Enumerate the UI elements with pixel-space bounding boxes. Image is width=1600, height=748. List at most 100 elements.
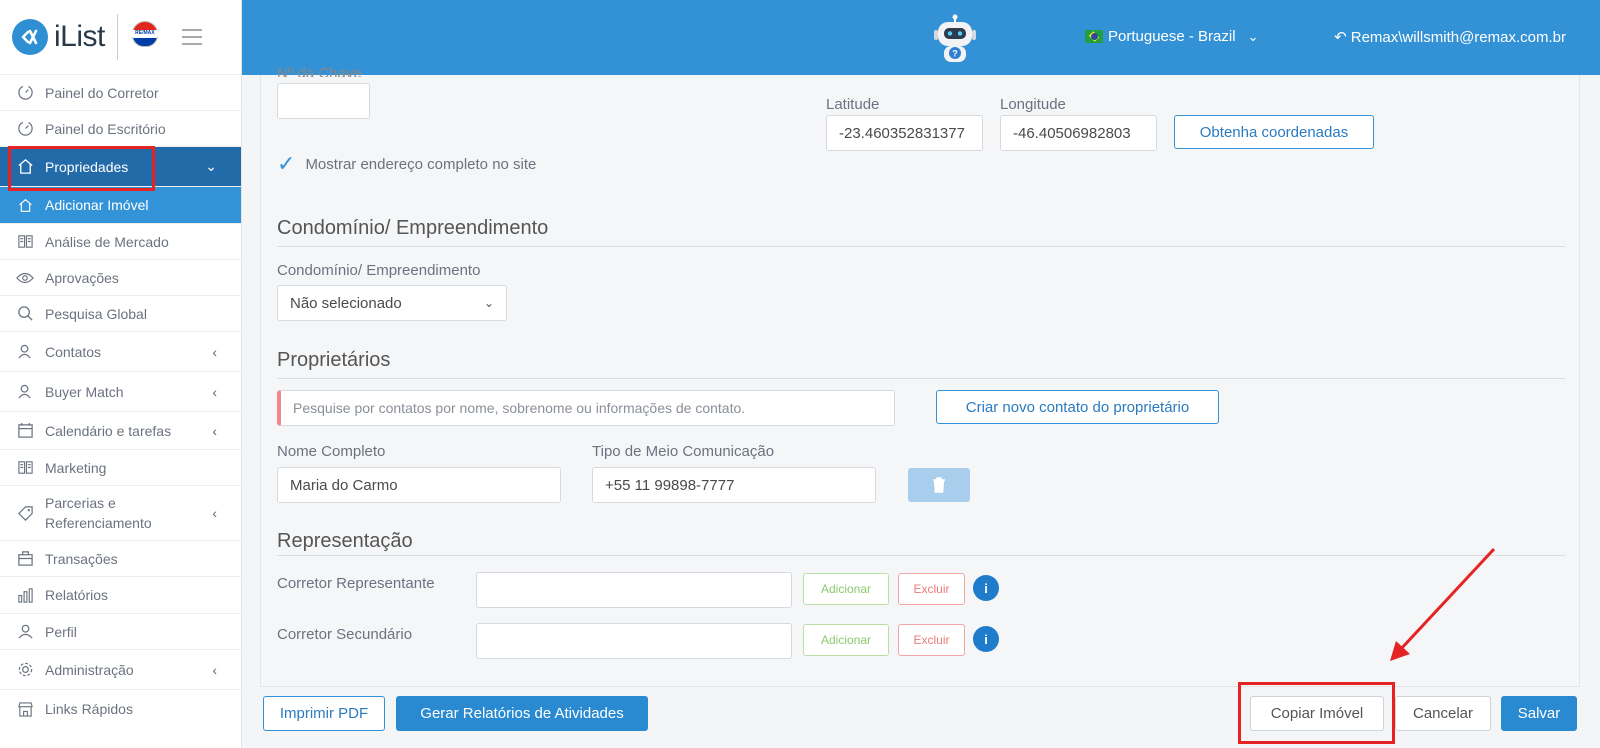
comm-type-input[interactable]: +55 11 99898-7777: [592, 467, 876, 503]
activity-reports-button[interactable]: Gerar Relatórios de Atividades: [396, 696, 648, 731]
sidebar-item-marketing[interactable]: Marketing: [0, 450, 241, 486]
sec-agent-label: Corretor Secundário: [277, 626, 413, 643]
get-coordinates-button[interactable]: Obtenha coordenadas: [1174, 115, 1374, 149]
sidebar-item-parcerias[interactable]: Parcerias e Referenciamento ‹: [0, 486, 241, 541]
remax-logo: RE/MAX: [128, 21, 161, 53]
delete-owner-button[interactable]: [908, 468, 970, 502]
reply-arrow-icon: ↶: [1334, 29, 1347, 46]
sidebar: iList RE/MAX Painel do Corretor Painel d…: [0, 0, 242, 748]
sidebar-item-label: Painel do Escritório: [45, 120, 166, 137]
rep-agent-input[interactable]: [476, 572, 792, 608]
sidebar-item-adicionar-imovel[interactable]: Adicionar Imóvel: [0, 187, 241, 224]
sidebar-item-label: Análise de Mercado: [45, 233, 169, 250]
user-menu[interactable]: ↶ Remax\willsmith@remax.com.br: [1334, 28, 1566, 46]
brazil-flag-icon: [1085, 30, 1103, 43]
briefcase-icon: [16, 550, 34, 568]
latitude-label: Latitude: [826, 96, 880, 113]
sidebar-item-label: Buyer Match: [45, 383, 124, 400]
sidebar-item-label: Perfil: [45, 623, 77, 640]
language-label: Portuguese - Brazil: [1108, 28, 1236, 45]
gear-icon: [16, 661, 34, 679]
info-icon[interactable]: i: [973, 626, 999, 652]
users-icon: [16, 383, 34, 401]
condo-select[interactable]: Não selecionado ⌄: [277, 285, 507, 321]
language-selector[interactable]: Portuguese - Brazil ⌄: [1085, 28, 1258, 45]
logo-area: iList RE/MAX: [0, 0, 241, 75]
sidebar-item-label: Painel do Corretor: [45, 84, 159, 101]
sidebar-item-analise-mercado[interactable]: Análise de Mercado: [0, 224, 241, 260]
top-header: ? Portuguese - Brazil ⌄ ↶ Remax\willsmith…: [242, 0, 1600, 75]
calendar-icon: [16, 422, 34, 440]
sidebar-item-buyer-match[interactable]: Buyer Match ‹: [0, 372, 241, 412]
property-form: Nº da Chave Latitude -23.460352831377 Lo…: [260, 65, 1580, 687]
sidebar-item-pesquisa-global[interactable]: Pesquisa Global: [0, 296, 241, 332]
save-button[interactable]: Salvar: [1501, 696, 1577, 731]
sidebar-item-label: Administração: [45, 661, 134, 678]
user-email: Remax\willsmith@remax.com.br: [1350, 29, 1566, 46]
cancel-button[interactable]: Cancelar: [1395, 696, 1491, 731]
full-name-input[interactable]: Maria do Carmo: [277, 467, 561, 503]
home-icon: [16, 158, 34, 176]
comm-type-label: Tipo de Meio Comunicação: [592, 443, 775, 460]
sidebar-item-label: Contatos: [45, 343, 102, 360]
assistant-bot-icon[interactable]: ?: [932, 14, 978, 66]
key-number-label: Nº da Chave: [277, 65, 362, 77]
longitude-input[interactable]: -46.40506982803: [1000, 115, 1157, 151]
sidebar-item-label: Pesquisa Global: [45, 305, 147, 322]
show-address-label: Mostrar endereço completo no site: [305, 155, 537, 173]
rep-agent-add-button[interactable]: Adicionar: [803, 573, 889, 605]
hamburger-menu-icon[interactable]: [181, 29, 202, 45]
sidebar-item-links-rapidos[interactable]: Links Rápidos: [0, 690, 241, 728]
copy-property-button[interactable]: Copiar Imóvel: [1250, 696, 1384, 731]
sidebar-item-calendario[interactable]: Calendário e tarefas ‹: [0, 412, 241, 450]
sidebar-item-painel-corretor[interactable]: Painel do Corretor: [0, 75, 241, 111]
chevron-down-icon: ⌄: [205, 158, 217, 174]
show-address-checkbox[interactable]: ✓ Mostrar endereço completo no site: [277, 151, 536, 177]
chevron-left-icon: ‹: [212, 661, 217, 678]
full-name-label: Nome Completo: [277, 443, 386, 460]
chevron-left-icon: ‹: [212, 505, 217, 521]
chevron-left-icon: ‹: [212, 422, 217, 439]
sec-agent-add-button[interactable]: Adicionar: [803, 624, 889, 656]
sidebar-item-administracao[interactable]: Administração ‹: [0, 650, 241, 690]
sidebar-item-propriedades[interactable]: Propriedades ⌄: [0, 147, 241, 187]
home-icon: [16, 196, 34, 214]
key-number-input[interactable]: [277, 83, 370, 119]
condo-select-value: Não selecionado: [290, 294, 402, 312]
sidebar-item-transacoes[interactable]: Transações: [0, 541, 241, 577]
sidebar-item-label: Links Rápidos: [45, 701, 133, 717]
svg-text:?: ?: [952, 49, 958, 59]
rep-agent-remove-button[interactable]: Excluir: [898, 573, 965, 605]
sidebar-item-aprovacoes[interactable]: Aprovações: [0, 260, 241, 296]
sidebar-item-label: Parcerias e Referenciamento: [45, 495, 152, 531]
sidebar-item-perfil[interactable]: Perfil: [0, 614, 241, 650]
book-icon: [16, 459, 34, 477]
sidebar-item-painel-escritorio[interactable]: Painel do Escritório: [0, 111, 241, 147]
sidebar-item-contatos[interactable]: Contatos ‹: [0, 332, 241, 372]
store-icon: [16, 700, 34, 718]
chevron-down-icon: ⌄: [1247, 28, 1259, 44]
logo-text: iList: [54, 20, 105, 53]
checkmark-icon: ✓: [277, 151, 296, 176]
speedometer-icon: [16, 84, 34, 102]
owners-section-title: Proprietários: [277, 349, 391, 371]
sec-agent-input[interactable]: [476, 623, 792, 659]
sidebar-item-label: Marketing: [45, 459, 107, 476]
condo-label: Condomínio/ Empreendimento: [277, 262, 481, 279]
create-owner-contact-button[interactable]: Criar novo contato do proprietário: [936, 390, 1219, 424]
sec-agent-remove-button[interactable]: Excluir: [898, 624, 965, 656]
book-icon: [16, 233, 34, 251]
ilist-logo-icon: [12, 19, 48, 55]
owner-search-input[interactable]: Pesquise por contatos por nome, sobrenom…: [277, 390, 895, 426]
speedometer-icon: [16, 120, 34, 138]
chevron-left-icon: ‹: [212, 343, 217, 360]
sidebar-item-relatorios[interactable]: Relatórios: [0, 577, 241, 614]
section-divider: [277, 555, 1565, 556]
print-pdf-button[interactable]: Imprimir PDF: [263, 696, 385, 731]
info-icon[interactable]: i: [973, 575, 999, 601]
latitude-input[interactable]: -23.460352831377: [826, 115, 983, 151]
trash-icon: [933, 477, 945, 493]
users-icon: [16, 343, 34, 361]
search-icon: [16, 305, 34, 323]
sidebar-item-label: Transações: [45, 550, 118, 567]
